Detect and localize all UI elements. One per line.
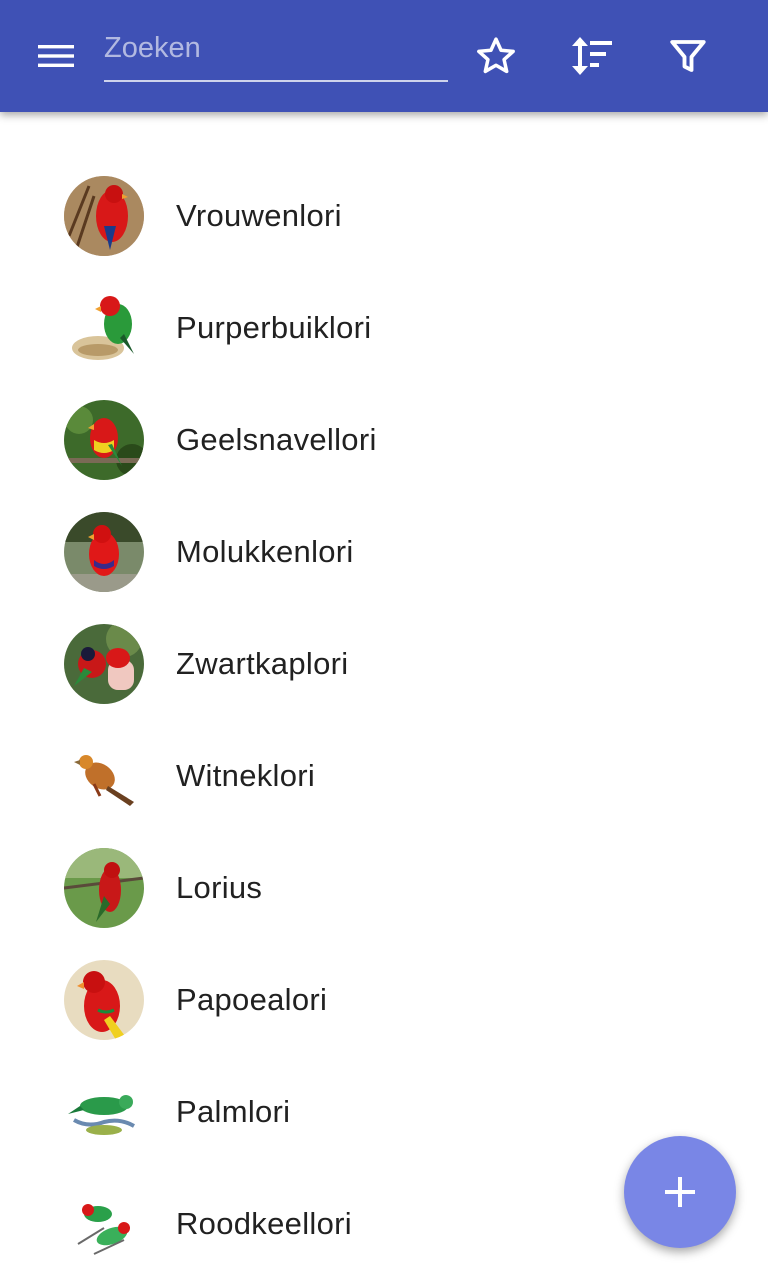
list-item[interactable]: Geelsnavellori bbox=[0, 384, 768, 496]
avatar bbox=[64, 400, 144, 480]
item-label: Lorius bbox=[176, 870, 263, 905]
list-item[interactable]: Zwartkaplori bbox=[0, 608, 768, 720]
item-label: Witneklori bbox=[176, 758, 316, 793]
search-input[interactable] bbox=[104, 22, 448, 74]
item-label: Purperbuiklori bbox=[176, 310, 372, 345]
list-item[interactable]: Lorius bbox=[0, 832, 768, 944]
avatar bbox=[64, 288, 144, 368]
item-label: Geelsnavellori bbox=[176, 422, 377, 457]
item-label: Roodkeellori bbox=[176, 1206, 352, 1241]
item-label: Vrouwenlori bbox=[176, 198, 342, 233]
list-item[interactable]: Purperbuiklori bbox=[0, 272, 768, 384]
avatar bbox=[64, 512, 144, 592]
species-list: Vrouwenlori Purperbuiklori Geelsnavellor… bbox=[0, 160, 768, 1280]
avatar bbox=[64, 176, 144, 256]
avatar bbox=[64, 1072, 144, 1152]
sort-icon bbox=[572, 37, 612, 75]
list-item[interactable]: Papoealori bbox=[0, 944, 768, 1056]
list-item[interactable]: Witneklori bbox=[0, 720, 768, 832]
item-label: Palmlori bbox=[176, 1094, 291, 1129]
menu-button[interactable] bbox=[28, 28, 84, 84]
avatar bbox=[64, 624, 144, 704]
star-outline-icon bbox=[477, 37, 515, 74]
app-bar bbox=[0, 0, 768, 112]
avatar bbox=[64, 960, 144, 1040]
item-label: Zwartkaplori bbox=[176, 646, 349, 681]
avatar bbox=[64, 848, 144, 928]
add-button[interactable] bbox=[624, 1136, 736, 1248]
filter-icon bbox=[670, 40, 706, 72]
search-field bbox=[104, 22, 448, 82]
avatar bbox=[64, 736, 144, 816]
item-label: Papoealori bbox=[176, 982, 328, 1017]
sort-button[interactable] bbox=[563, 28, 619, 84]
plus-icon bbox=[665, 1177, 695, 1207]
filter-button[interactable] bbox=[660, 28, 716, 84]
list-item[interactable]: Vrouwenlori bbox=[0, 160, 768, 272]
item-label: Molukkenlori bbox=[176, 534, 354, 569]
favorites-button[interactable] bbox=[468, 28, 524, 84]
menu-icon bbox=[38, 45, 74, 67]
list-item[interactable]: Molukkenlori bbox=[0, 496, 768, 608]
avatar bbox=[64, 1184, 144, 1264]
